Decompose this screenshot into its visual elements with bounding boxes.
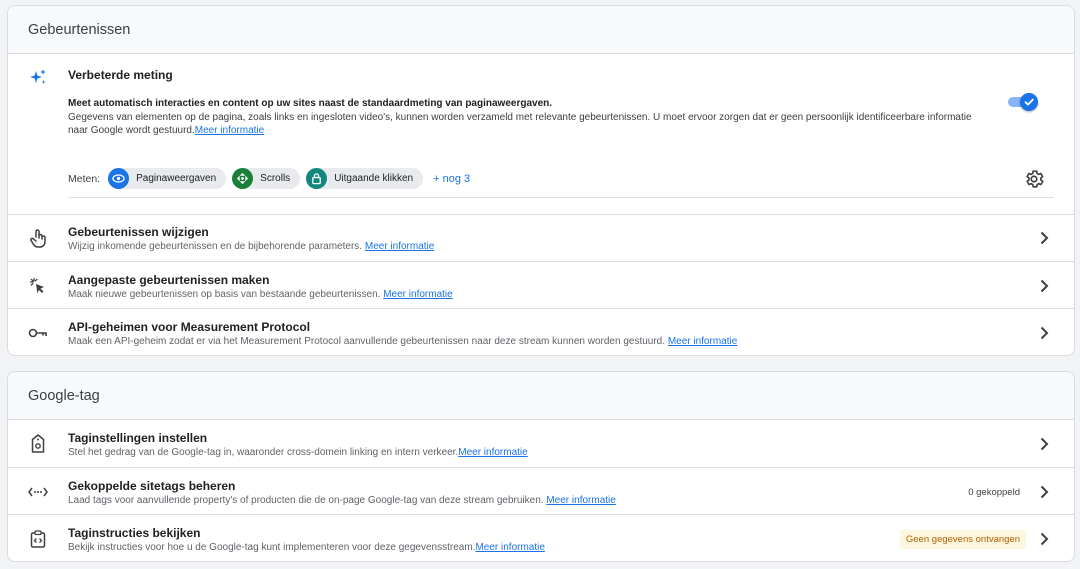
- row-desc-text: Maak een API-geheim zodat er via het Mea…: [68, 336, 666, 347]
- chip-pageviews[interactable]: Paginaweergaven: [108, 168, 227, 189]
- row-desc-text: Bekijk instructies voor hoe u de Google-…: [68, 542, 476, 553]
- row-description: Wijzig inkomende gebeurtenissen en de bi…: [68, 241, 434, 252]
- row-desc-text: Maak nieuwe gebeurtenissen op basis van …: [68, 288, 381, 300]
- google-tag-card: Google-tag Taginstellingen instellen Ste…: [7, 371, 1075, 562]
- google-tag-card-title: Google-tag: [8, 372, 1074, 420]
- chevron-right-icon[interactable]: [1036, 436, 1052, 452]
- learn-more-link[interactable]: Meer informatie: [475, 542, 544, 553]
- enhanced-measurement-divider: [68, 197, 1054, 198]
- toggle-knob: [1020, 93, 1038, 111]
- row-title: Taginstellingen instellen: [68, 431, 208, 445]
- row-title: API-geheimen voor Measurement Protocol: [68, 320, 311, 334]
- chip-scrolls[interactable]: Scrolls: [232, 168, 301, 189]
- measurement-chips-row: Meten: Paginaweergaven Scrolls Uitgaande…: [68, 168, 470, 189]
- chevron-right-icon[interactable]: [1036, 278, 1052, 294]
- row-description: Bekijk instructies voor hoe u de Google-…: [68, 542, 545, 553]
- learn-more-link[interactable]: Meer informatie: [383, 289, 452, 300]
- code-arrows-icon: [28, 482, 48, 502]
- gear-icon[interactable]: [1023, 168, 1045, 190]
- events-rows: Gebeurtenissen wijzigen Wijzig inkomende…: [8, 214, 1074, 355]
- row-desc-text: Laad tags voor aanvullende property's of…: [68, 494, 544, 506]
- row-title: Gekoppelde sitetags beheren: [68, 478, 236, 493]
- row-tag-instructions[interactable]: Taginstructies bekijken Bekijk instructi…: [8, 515, 1074, 561]
- row-title: Aangepaste gebeurtenissen maken: [68, 272, 270, 287]
- enhanced-measurement-toggle[interactable]: [1006, 93, 1040, 111]
- row-description: Stel het gedrag van de Google-tag in, wa…: [68, 447, 528, 458]
- enhanced-measurement-section: Verbeterde meting Meet automatisch inter…: [8, 54, 1074, 215]
- sparkle-icon: [28, 68, 48, 88]
- chevron-right-icon[interactable]: [1036, 484, 1052, 500]
- row-modify-events[interactable]: Gebeurtenissen wijzigen Wijzig inkomende…: [8, 214, 1074, 262]
- enhanced-measurement-learn-more-link[interactable]: Meer informatie: [195, 125, 264, 136]
- measure-label: Meten:: [68, 172, 101, 185]
- events-card: Gebeurtenissen Verbeterde meting Meet au…: [7, 5, 1075, 356]
- chevron-right-icon[interactable]: [1036, 531, 1052, 547]
- row-desc-text: Stel het gedrag van de Google-tag in, wa…: [68, 447, 459, 458]
- enhanced-measurement-summary: Meet automatisch interacties en content …: [68, 98, 553, 109]
- chevron-right-icon[interactable]: [1036, 325, 1052, 341]
- learn-more-link[interactable]: Meer informatie: [365, 241, 434, 252]
- row-tag-settings[interactable]: Taginstellingen instellen Stel het gedra…: [8, 420, 1074, 468]
- chip-outbound-clicks[interactable]: Uitgaande klikken: [306, 168, 424, 189]
- row-description: Maak nieuwe gebeurtenissen op basis van …: [68, 289, 453, 300]
- row-desc-text: Wijzig inkomende gebeurtenissen en de bi…: [68, 241, 363, 252]
- learn-more-link[interactable]: Meer informatie: [668, 336, 737, 347]
- more-chips-link[interactable]: + nog 3: [433, 173, 470, 185]
- key-icon: [28, 323, 48, 343]
- learn-more-link[interactable]: Meer informatie: [458, 447, 527, 458]
- chevron-right-icon[interactable]: [1036, 230, 1052, 246]
- code-clipboard-icon: [28, 529, 48, 549]
- enhanced-measurement-description: Gegevens van elementen op de pagina, zoa…: [68, 111, 988, 137]
- eye-icon: [108, 168, 130, 189]
- row-description: Laad tags voor aanvullende property's of…: [68, 495, 616, 506]
- row-title: Gebeurtenissen wijzigen: [68, 225, 209, 239]
- touch-icon: [28, 228, 48, 248]
- events-card-title: Gebeurtenissen: [8, 6, 1074, 54]
- row-title: Taginstructies bekijken: [68, 526, 201, 540]
- chip-label: Paginaweergaven: [136, 173, 217, 184]
- cursor-click-icon: [28, 276, 48, 296]
- chip-label: Uitgaande klikken: [334, 173, 414, 184]
- row-create-custom-events[interactable]: Aangepaste gebeurtenissen maken Maak nie…: [8, 262, 1074, 309]
- row-linked-site-tags[interactable]: Gekoppelde sitetags beheren Laad tags vo…: [8, 468, 1074, 515]
- chip-label: Scrolls: [260, 173, 291, 184]
- linked-count-badge: 0 gekoppeld: [968, 486, 1020, 498]
- check-icon: [1024, 98, 1034, 106]
- row-api-secrets[interactable]: API-geheimen voor Measurement Protocol M…: [8, 309, 1074, 355]
- tag-settings-icon: [28, 434, 48, 454]
- learn-more-link[interactable]: Meer informatie: [546, 495, 615, 506]
- no-data-status-badge: Geen gegevens ontvangen: [899, 530, 1026, 549]
- scroll-icon: [232, 168, 254, 189]
- enhanced-measurement-title: Verbeterde meting: [68, 68, 173, 82]
- lock-icon: [306, 168, 328, 189]
- row-description: Maak een API-geheim zodat er via het Mea…: [68, 336, 737, 347]
